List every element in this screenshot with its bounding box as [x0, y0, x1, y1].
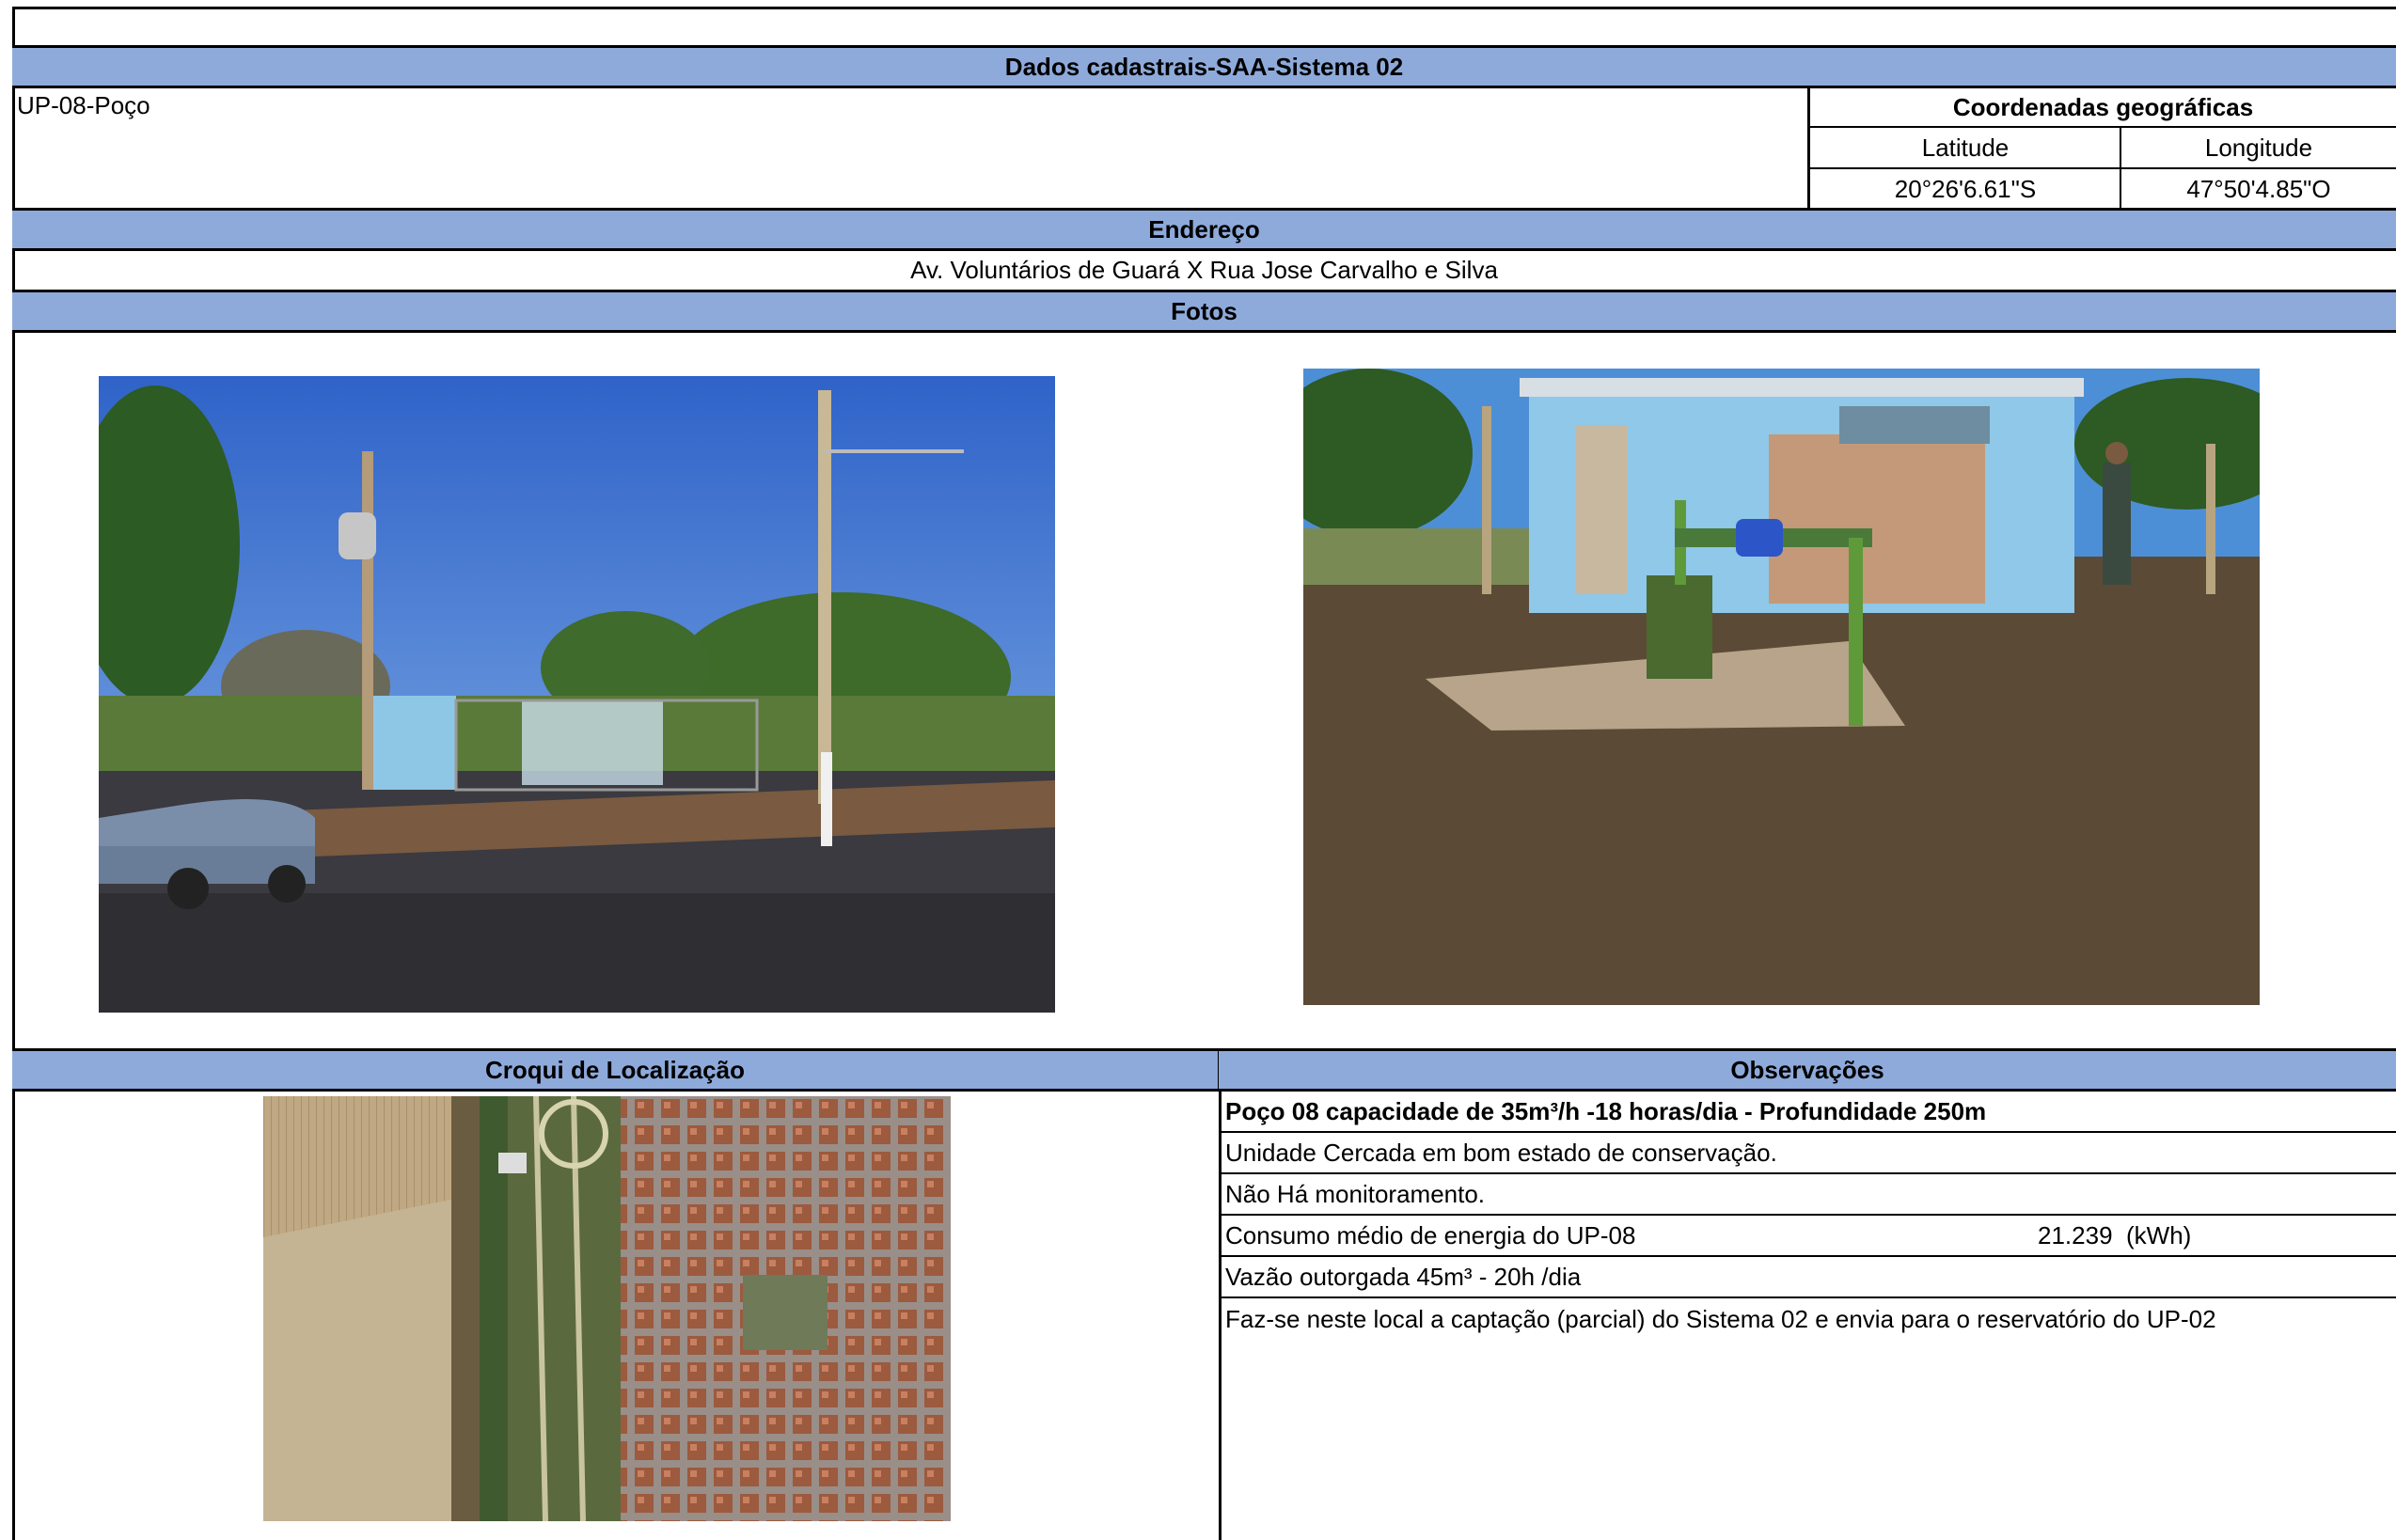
location-map [263, 1096, 951, 1521]
photo-street-view [99, 376, 1055, 1013]
obs-monitoring: Não Há monitoramento. [1222, 1174, 2396, 1216]
obs-capture-note: Faz-se neste local a captação (parcial) … [1225, 1304, 2216, 1333]
coords-heading: Coordenadas geográficas [1952, 92, 2254, 121]
longitude-label: Longitude [2204, 133, 2313, 162]
obs-well-capacity: Poço 08 capacidade de 35m³/h -18 horas/d… [1222, 1092, 2396, 1133]
unit-name: UP-08-Poço [17, 90, 150, 119]
page-title: Dados cadastrais-SAA-Sistema 02 [12, 45, 2396, 88]
observations-heading: Observações [1219, 1048, 2396, 1092]
map-heading: Croqui de Localização [12, 1048, 1221, 1092]
longitude-value: 47°50'4.85"O [2186, 174, 2331, 203]
energy-unit: (kWh) [2126, 1220, 2192, 1249]
obs-fence-condition: Unidade Cercada em bom estado de conserv… [1222, 1133, 2396, 1174]
address-value: Av. Voluntários de Guará X Rua Jose Carv… [910, 256, 1498, 284]
photos-heading: Fotos [12, 290, 2396, 333]
address-heading: Endereço [12, 208, 2396, 251]
obs-granted-flow: Vazão outorgada 45m³ - 20h /dia [1222, 1257, 2396, 1298]
obs-energy-consumption: Consumo médio de energia do UP-08 21.239… [1222, 1216, 2396, 1257]
energy-label: Consumo médio de energia do UP-08 [1225, 1220, 1636, 1249]
energy-value: 21.239 [2038, 1220, 2113, 1249]
latitude-label: Latitude [1921, 133, 2010, 162]
photo-well-pump [1303, 369, 2260, 1005]
latitude-value: 20°26'6.61"S [1894, 174, 2037, 203]
